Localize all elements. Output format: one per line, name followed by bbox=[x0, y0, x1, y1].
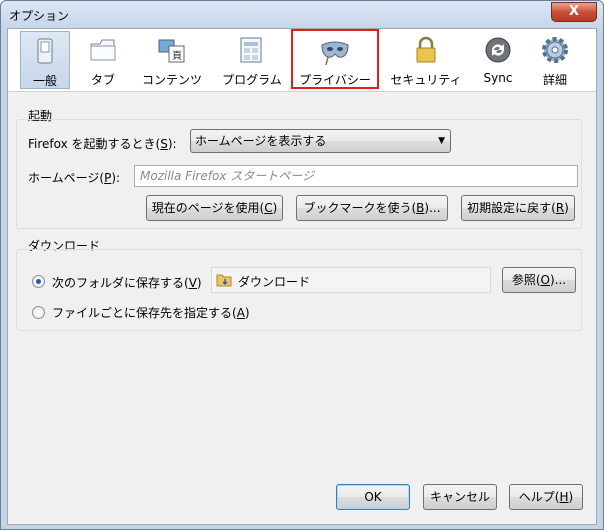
pane-label-applications: プログラム bbox=[222, 73, 282, 87]
pane-label-content: コンテンツ bbox=[141, 73, 202, 87]
ok-button[interactable]: OK bbox=[336, 484, 410, 510]
tabs-icon bbox=[90, 39, 116, 61]
homepage-label: ホームページ(P): bbox=[28, 171, 121, 185]
security-lock-icon bbox=[416, 36, 436, 63]
close-icon: X bbox=[568, 4, 580, 19]
pane-sync[interactable]: Sync bbox=[473, 31, 523, 89]
applications-icon bbox=[240, 37, 262, 63]
cancel-button[interactable]: キャンセル bbox=[423, 484, 497, 510]
restore-default-button[interactable]: 初期設定に戻す(R) bbox=[461, 195, 575, 221]
when-starts-label: Firefox を起動するとき(S): bbox=[28, 137, 177, 151]
title-bar: オプション X bbox=[1, 1, 603, 29]
pane-label-tabs: タブ bbox=[90, 73, 115, 87]
homepage-placeholder: Mozilla Firefox スタートページ bbox=[140, 169, 314, 183]
options-window: オプション X 一般 タブ 頁 コンテンツ プログラム プライバシー セキュリテ… bbox=[0, 0, 604, 530]
folder-download-icon bbox=[216, 274, 232, 287]
homepage-input[interactable]: Mozilla Firefox スタートページ bbox=[134, 165, 578, 187]
download-folder-name: ダウンロード bbox=[238, 275, 311, 289]
help-button[interactable]: ヘルプ(H) bbox=[509, 484, 583, 510]
dialog-body: 一般 タブ 頁 コンテンツ プログラム プライバシー セキュリティ Sync 詳… bbox=[7, 28, 597, 525]
pane-security[interactable]: セキュリティ bbox=[386, 31, 466, 89]
sync-icon bbox=[485, 37, 511, 63]
pane-tabs[interactable]: タブ bbox=[76, 31, 130, 89]
pane-advanced[interactable]: 詳細 bbox=[528, 31, 582, 89]
always-ask-label: ファイルごとに保存先を指定する(A) bbox=[52, 306, 250, 320]
when-starts-select[interactable]: ホームページを表示する ▼ bbox=[190, 129, 451, 153]
save-to-folder-radio[interactable] bbox=[32, 275, 45, 288]
pane-privacy[interactable]: プライバシー bbox=[291, 29, 379, 89]
when-starts-value: ホームページを表示する bbox=[195, 134, 327, 148]
pane-label-privacy: プライバシー bbox=[299, 73, 371, 87]
pane-label-general: 一般 bbox=[32, 74, 57, 88]
close-button[interactable]: X bbox=[551, 2, 597, 22]
content-icon: 頁 bbox=[158, 39, 185, 63]
advanced-gear-icon bbox=[542, 37, 568, 63]
pane-applications[interactable]: プログラム bbox=[214, 31, 290, 89]
privacy-mask-icon bbox=[321, 41, 349, 66]
pane-label-advanced: 詳細 bbox=[542, 73, 567, 87]
preference-pane-toolbar: 一般 タブ 頁 コンテンツ プログラム プライバシー セキュリティ Sync 詳… bbox=[8, 29, 596, 92]
use-current-page-button[interactable]: 現在のページを使用(C) bbox=[146, 195, 283, 221]
pane-label-security: セキュリティ bbox=[390, 73, 462, 87]
general-switch-icon bbox=[37, 38, 53, 64]
pane-general[interactable]: 一般 bbox=[20, 31, 70, 89]
dropdown-arrow-icon: ▼ bbox=[438, 136, 445, 146]
svg-text:頁: 頁 bbox=[172, 50, 182, 62]
use-bookmark-button[interactable]: ブックマークを使う(B)... bbox=[296, 195, 448, 221]
browse-button[interactable]: 参照(O)... bbox=[502, 267, 576, 293]
pane-label-sync: Sync bbox=[483, 71, 513, 85]
always-ask-radio[interactable] bbox=[32, 306, 45, 319]
window-title: オプション bbox=[9, 9, 70, 23]
save-to-folder-label: 次のフォルダに保存する(V) bbox=[52, 276, 202, 290]
download-folder-field: ダウンロード bbox=[211, 267, 491, 293]
pane-content[interactable]: 頁 コンテンツ bbox=[136, 31, 208, 89]
